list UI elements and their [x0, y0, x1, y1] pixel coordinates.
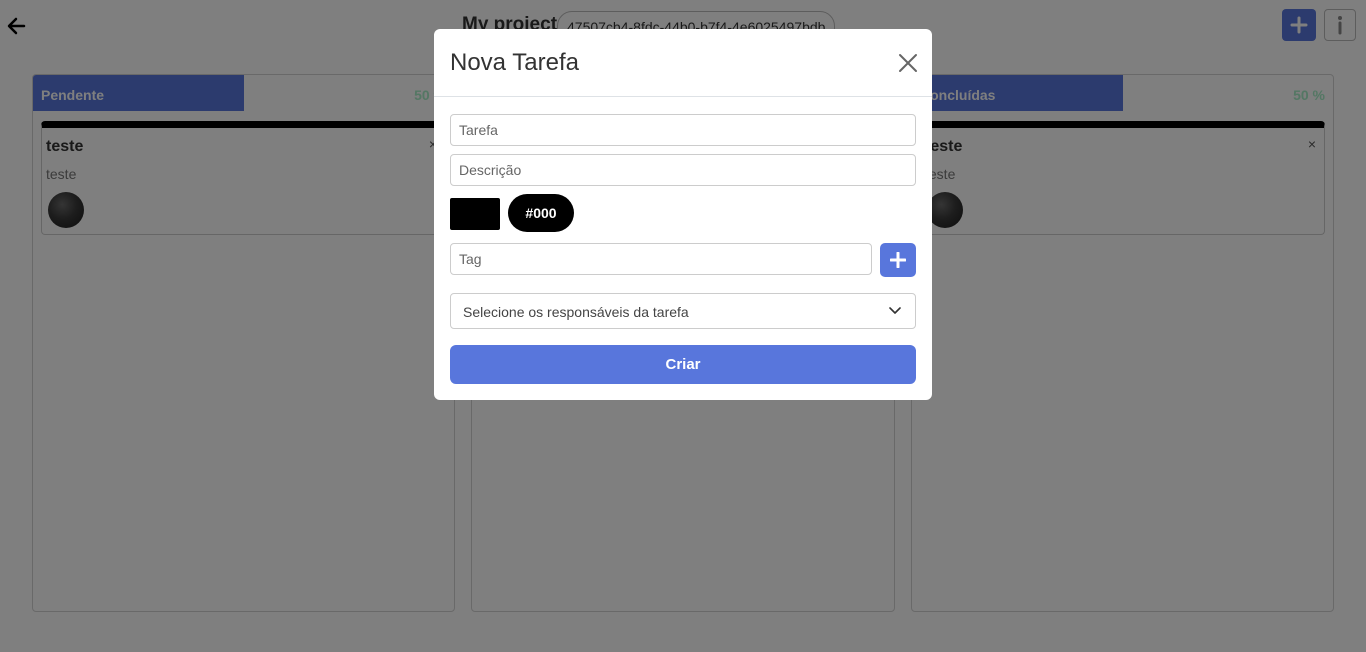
- tag-input[interactable]: [450, 243, 872, 275]
- modal-close-button[interactable]: [896, 51, 920, 75]
- color-value-badge: #000: [508, 194, 574, 232]
- close-icon: [899, 54, 917, 72]
- modal-header: Nova Tarefa: [434, 29, 932, 97]
- new-task-modal: Nova Tarefa #000 Selecione os responsáve…: [434, 29, 932, 400]
- add-tag-button[interactable]: [880, 243, 916, 277]
- assignees-select[interactable]: Selecione os responsáveis da tarefa: [450, 293, 916, 329]
- color-picker[interactable]: [450, 198, 500, 230]
- modal-title: Nova Tarefa: [450, 49, 579, 76]
- assignees-placeholder: Selecione os responsáveis da tarefa: [463, 304, 689, 320]
- plus-icon: [890, 252, 906, 268]
- create-task-button[interactable]: Criar: [450, 345, 916, 384]
- task-name-input[interactable]: [450, 114, 916, 146]
- chevron-down-icon: [889, 307, 901, 314]
- task-description-input[interactable]: [450, 154, 916, 186]
